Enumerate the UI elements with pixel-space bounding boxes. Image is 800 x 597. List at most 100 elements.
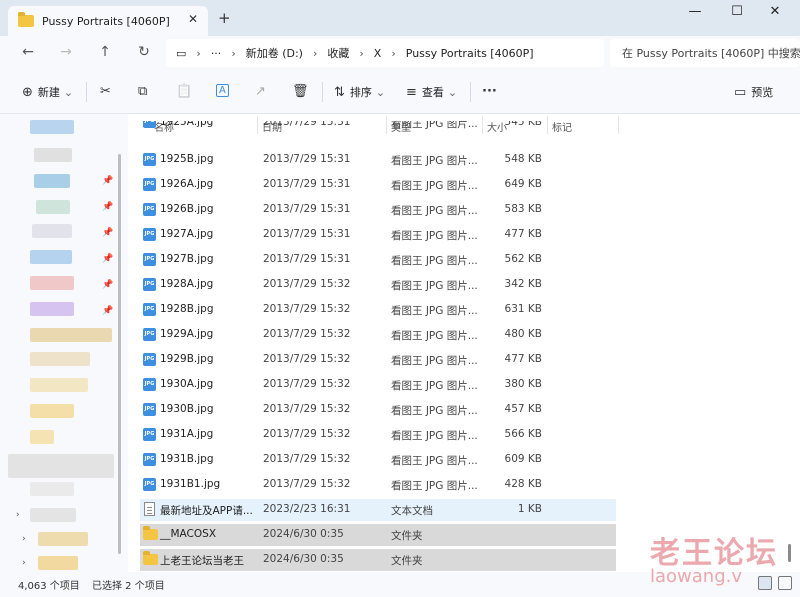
file-row[interactable]: JPG 1927B.jpg 2013/7/29 15:31 看图王 JPG 图片...…	[140, 249, 616, 271]
breadcrumb-favorites[interactable]: 收藏	[327, 45, 349, 61]
view-button[interactable]: ≡ 查看 ⌄	[406, 84, 457, 100]
pin-icon: 📌	[102, 202, 114, 212]
file-row[interactable]: 最新地址及APP请... 2023/2/23 16:31 文本文档 1 KB	[140, 499, 616, 521]
file-type: 看图王 JPG 图片...	[391, 455, 478, 467]
file-row[interactable]: JPG 1925A.jpg 2013/7/29 15:31 看图王 JPG 图片...…	[140, 121, 616, 133]
scissors-icon: ✂	[100, 84, 111, 99]
file-name: 1927A.jpg	[160, 228, 214, 240]
file-row[interactable]: JPG 1926A.jpg 2013/7/29 15:31 看图王 JPG 图片...…	[140, 174, 616, 196]
plus-icon: ⊕	[22, 84, 33, 100]
details-view-button[interactable]	[758, 576, 772, 590]
file-size: 380 KB	[504, 378, 542, 390]
file-list-scrollbar[interactable]	[788, 544, 791, 562]
nav-item-blurred[interactable]	[30, 302, 74, 316]
pin-icon: 📌	[102, 254, 114, 264]
share-icon: ↗	[255, 84, 266, 99]
chevron-right-icon[interactable]: ›	[16, 510, 20, 520]
tab-title: Pussy Portraits [4060P]	[42, 14, 170, 28]
file-size: 428 KB	[504, 478, 542, 490]
nav-item-blurred[interactable]	[30, 328, 112, 342]
jpg-file-icon: JPG	[143, 253, 156, 266]
file-type: 文本文档	[391, 505, 433, 517]
nav-item-blurred[interactable]	[38, 532, 88, 546]
back-button[interactable]: ←	[18, 44, 38, 60]
nav-item-blurred[interactable]	[30, 482, 74, 496]
address-bar[interactable]: ▭ › ··· › 新加卷 (D:) › 收藏 › X › Pussy Port…	[166, 39, 604, 67]
file-row[interactable]: JPG 1931B.jpg 2013/7/29 15:32 看图王 JPG 图片...…	[140, 449, 616, 471]
nav-pane-scrollbar[interactable]	[118, 154, 121, 554]
nav-item-blurred[interactable]	[30, 120, 74, 134]
nav-item-blurred[interactable]	[30, 352, 90, 366]
view-label: 查看	[421, 86, 444, 99]
file-row[interactable]: JPG 1929A.jpg 2013/7/29 15:32 看图王 JPG 图片...…	[140, 324, 616, 346]
cut-button[interactable]: ✂	[100, 84, 116, 99]
rename-icon: A	[216, 84, 229, 97]
file-type: 看图王 JPG 图片...	[391, 155, 478, 167]
nav-item-blurred[interactable]	[30, 430, 54, 444]
file-date: 2013/7/29 15:32	[263, 353, 351, 365]
pc-icon: ▭	[176, 46, 187, 60]
nav-item-blurred[interactable]	[30, 378, 88, 392]
file-date: 2024/6/30 0:35	[263, 553, 344, 565]
file-row[interactable]: JPG 1928A.jpg 2013/7/29 15:32 看图王 JPG 图片...…	[140, 274, 616, 296]
chevron-right-icon[interactable]: ›	[22, 534, 26, 544]
breadcrumb-x[interactable]: X	[374, 47, 382, 60]
folder-row[interactable]: __MACOSX 2024/6/30 0:35 文件夹	[140, 524, 616, 546]
breadcrumb-current[interactable]: Pussy Portraits [4060P]	[406, 47, 534, 60]
file-row[interactable]: JPG 1931B1.jpg 2013/7/29 15:32 看图王 JPG 图片..…	[140, 474, 616, 496]
paste-button[interactable]: 📋	[176, 84, 197, 99]
nav-item-blurred[interactable]	[30, 276, 74, 290]
new-button[interactable]: ⊕ 新建 ⌄	[22, 84, 73, 100]
file-row[interactable]: JPG 1925B.jpg 2013/7/29 15:31 看图王 JPG 图片...…	[140, 149, 616, 171]
nav-item-blurred[interactable]	[30, 250, 72, 264]
minimize-button[interactable]: —	[680, 4, 710, 19]
tab-close-icon[interactable]: ✕	[188, 12, 198, 26]
nav-item-selected[interactable]	[8, 454, 114, 478]
file-row[interactable]: JPG 1930B.jpg 2013/7/29 15:32 看图王 JPG 图片...…	[140, 399, 616, 421]
preview-button[interactable]: ▭ 预览	[734, 84, 773, 100]
file-row[interactable]: JPG 1927A.jpg 2013/7/29 15:31 看图王 JPG 图片...…	[140, 224, 616, 246]
jpg-file-icon: JPG	[143, 178, 156, 191]
file-type: 看图王 JPG 图片...	[391, 330, 478, 342]
more-options-button[interactable]: ···	[482, 84, 502, 99]
breadcrumb-drive[interactable]: 新加卷 (D:)	[246, 45, 303, 61]
nav-item-blurred[interactable]	[34, 148, 72, 162]
share-button[interactable]: ↗	[255, 84, 271, 99]
file-row[interactable]: JPG 1928B.jpg 2013/7/29 15:32 看图王 JPG 图片...…	[140, 299, 616, 321]
close-button[interactable]: ✕	[760, 4, 790, 19]
file-row[interactable]: JPG 1926B.jpg 2013/7/29 15:31 看图王 JPG 图片...…	[140, 199, 616, 221]
nav-item-blurred[interactable]	[36, 200, 70, 214]
file-size: 342 KB	[504, 278, 542, 290]
file-type: 看图王 JPG 图片...	[391, 480, 478, 492]
command-bar: ⊕ 新建 ⌄ ✂ ⧉ 📋 A ↗ 🗑 ⇅ 排序 ⌄ ≡ 查看 ⌄ ··· ▭ 预…	[0, 70, 800, 114]
rename-button[interactable]: A	[216, 84, 234, 97]
nav-item-blurred[interactable]	[30, 508, 76, 522]
folder-row[interactable]: 上老王论坛当老王 2024/6/30 0:35 文件夹	[140, 549, 616, 571]
refresh-button[interactable]: ↻	[134, 44, 154, 60]
nav-item-blurred[interactable]	[34, 174, 70, 188]
file-row[interactable]: JPG 1929B.jpg 2013/7/29 15:32 看图王 JPG 图片...…	[140, 349, 616, 371]
forward-button[interactable]: →	[56, 44, 76, 60]
breadcrumb-more[interactable]: ···	[211, 47, 222, 60]
nav-item-blurred[interactable]	[38, 556, 78, 570]
tiles-view-button[interactable]	[778, 576, 792, 590]
up-button[interactable]: ↑	[95, 44, 115, 60]
search-input[interactable]: 在 Pussy Portraits [4060P] 中搜索	[610, 39, 800, 67]
sort-button[interactable]: ⇅ 排序 ⌄	[334, 84, 385, 100]
nav-item-blurred[interactable]	[32, 224, 72, 238]
delete-button[interactable]: 🗑	[292, 84, 314, 99]
file-row[interactable]: JPG 1931A.jpg 2013/7/29 15:32 看图王 JPG 图片...…	[140, 424, 616, 446]
file-row[interactable]: JPG 1930A.jpg 2013/7/29 15:32 看图王 JPG 图片...…	[140, 374, 616, 396]
new-tab-button[interactable]: +	[218, 9, 231, 27]
divider	[470, 82, 471, 102]
chevron-right-icon[interactable]: ›	[22, 558, 26, 568]
file-date: 2013/7/29 15:32	[263, 378, 351, 390]
maximize-button[interactable]: ☐	[722, 4, 752, 19]
file-date: 2013/7/29 15:32	[263, 428, 351, 440]
nav-item-blurred[interactable]	[30, 404, 74, 418]
copy-button[interactable]: ⧉	[138, 84, 152, 99]
clipboard-icon: 📋	[176, 84, 193, 99]
jpg-file-icon: JPG	[143, 378, 156, 391]
tab-active[interactable]: Pussy Portraits [4060P] ✕	[8, 6, 208, 36]
file-date: 2013/7/29 15:32	[263, 278, 351, 290]
